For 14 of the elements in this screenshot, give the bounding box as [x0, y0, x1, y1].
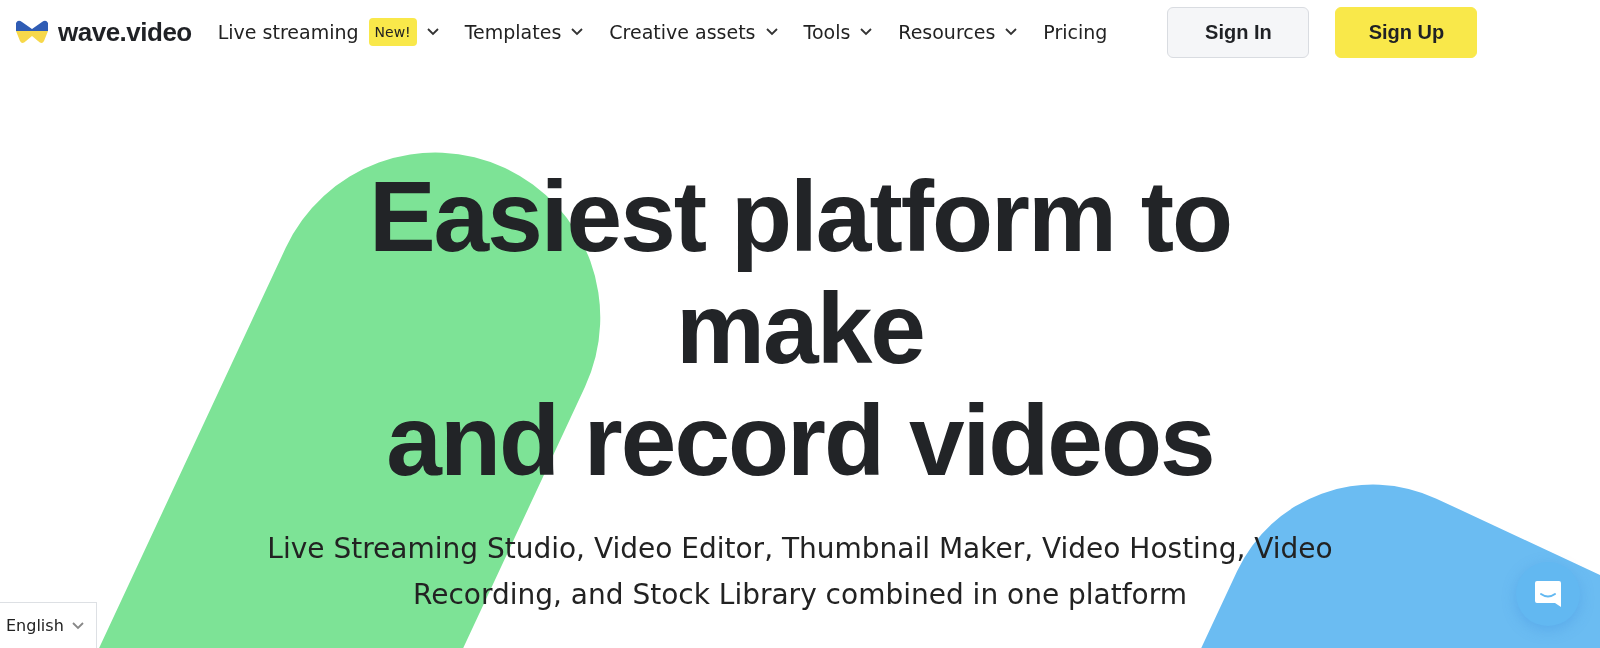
sign-up-button[interactable]: Sign Up: [1335, 6, 1478, 58]
chevron-down-icon: [71, 621, 84, 630]
nav-link[interactable]: Creative assets: [609, 21, 778, 43]
language-select[interactable]: English: [0, 602, 97, 648]
nav-link[interactable]: Live streaming New!: [217, 18, 439, 46]
logo-text[interactable]: wave.video: [58, 16, 192, 48]
new-badge: New!: [368, 18, 417, 46]
nav-link[interactable]: Tools: [803, 21, 873, 43]
nav-link[interactable]: Resources: [898, 21, 1018, 43]
sign-in-button[interactable]: Sign In: [1167, 6, 1310, 58]
nav-link[interactable]: Pricing: [1043, 21, 1108, 43]
chat-icon: [1533, 579, 1563, 609]
nav-link[interactable]: Templates: [464, 21, 584, 43]
logo-icon: [14, 19, 50, 45]
